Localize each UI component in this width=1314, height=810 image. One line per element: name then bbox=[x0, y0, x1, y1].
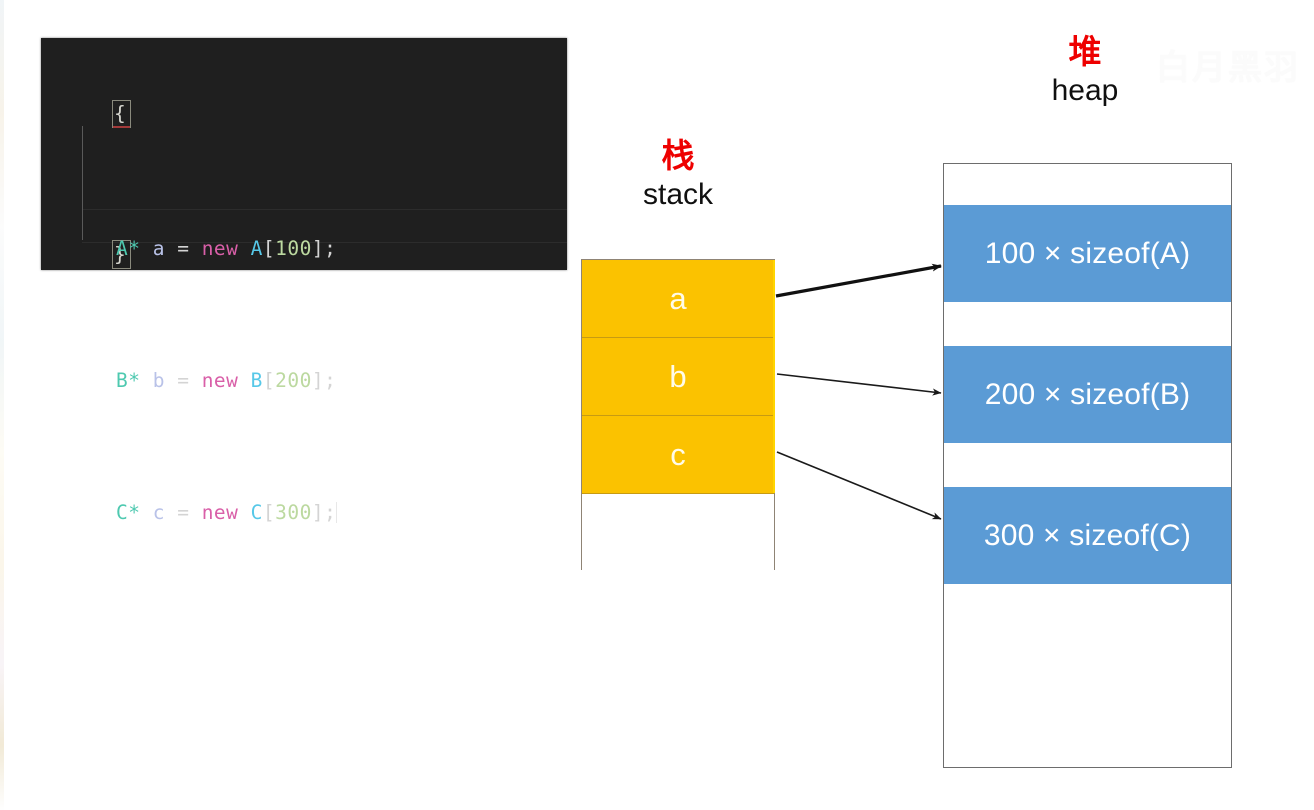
heap-container: 100 × sizeof(A) 200 × sizeof(B) 300 × si… bbox=[943, 163, 1232, 768]
heap-block-a[interactable]: 100 × sizeof(A) bbox=[944, 205, 1231, 302]
code-token-rbracket: ] bbox=[311, 369, 325, 392]
code-token-number: 300 bbox=[275, 501, 312, 524]
error-squiggle-icon bbox=[113, 126, 130, 128]
code-token-lbracket: [ bbox=[262, 237, 276, 260]
code-token-variable: c bbox=[152, 501, 165, 524]
stack-label-cn: 栈 bbox=[661, 136, 695, 175]
code-token-semicolon: ; bbox=[324, 369, 337, 392]
stack-label-group: 栈 stack bbox=[588, 136, 768, 214]
code-token-rbracket: ] bbox=[311, 501, 325, 524]
code-token-keyword: new bbox=[201, 369, 239, 392]
stack-cell-c[interactable]: c bbox=[582, 416, 774, 494]
heap-label-cn: 堆 bbox=[1068, 32, 1102, 71]
code-token-assign: = bbox=[164, 369, 202, 392]
code-token-class: B bbox=[250, 369, 263, 392]
arrow-a-to-heap-a bbox=[775, 263, 942, 298]
code-token-type: C* bbox=[115, 501, 141, 524]
code-token-class: C bbox=[250, 501, 263, 524]
code-token-semicolon: ; bbox=[324, 237, 337, 260]
code-open-brace: { bbox=[114, 102, 126, 125]
code-line[interactable]: C* c = new C[300]; bbox=[41, 496, 567, 529]
code-token-variable: a bbox=[152, 237, 165, 260]
code-lines[interactable]: A* a = new A[100]; B* b = new B[200]; C*… bbox=[41, 133, 567, 628]
code-line[interactable]: B* b = new B[200]; bbox=[41, 364, 567, 397]
stack-right-edge bbox=[773, 260, 775, 493]
code-token-number: 200 bbox=[275, 369, 312, 392]
heap-block-b[interactable]: 200 × sizeof(B) bbox=[944, 346, 1231, 443]
code-token-keyword: new bbox=[201, 501, 239, 524]
code-token-variable: b bbox=[152, 369, 165, 392]
stack-container: a b c bbox=[581, 259, 775, 570]
code-token-type: A* bbox=[115, 237, 141, 260]
code-token-keyword: new bbox=[201, 237, 239, 260]
code-token-type: B* bbox=[115, 369, 141, 392]
left-edge-fringe bbox=[0, 0, 4, 810]
arrow-c-to-heap-c bbox=[776, 451, 942, 520]
heap-label-group: 堆 heap bbox=[995, 32, 1175, 110]
code-token-lbracket: [ bbox=[262, 501, 276, 524]
code-editor-panel: { } A* a = new A[100]; B* b = new B[200]… bbox=[41, 38, 567, 524]
arrow-b-to-heap-b bbox=[776, 373, 942, 396]
diagram-canvas: { } A* a = new A[100]; B* b = new B[200]… bbox=[0, 0, 1314, 810]
heap-label-en: heap bbox=[1051, 74, 1119, 107]
code-token-class: A bbox=[250, 237, 263, 260]
code-token-assign: = bbox=[164, 237, 202, 260]
stack-cell-empty[interactable] bbox=[582, 494, 774, 570]
stack-label-en: stack bbox=[642, 178, 714, 211]
code-token-assign: = bbox=[164, 501, 202, 524]
stack-cell-a[interactable]: a bbox=[582, 260, 774, 338]
watermark: 白月黑羽 bbox=[1156, 48, 1300, 86]
code-token-semicolon: ; bbox=[324, 501, 337, 524]
text-cursor bbox=[336, 502, 338, 523]
code-token-rbracket: ] bbox=[311, 237, 325, 260]
stack-cell-b[interactable]: b bbox=[582, 338, 774, 416]
code-token-lbracket: [ bbox=[262, 369, 276, 392]
heap-block-c[interactable]: 300 × sizeof(C) bbox=[944, 487, 1231, 584]
code-line[interactable]: A* a = new A[100]; bbox=[41, 232, 567, 265]
code-token-number: 100 bbox=[275, 237, 312, 260]
